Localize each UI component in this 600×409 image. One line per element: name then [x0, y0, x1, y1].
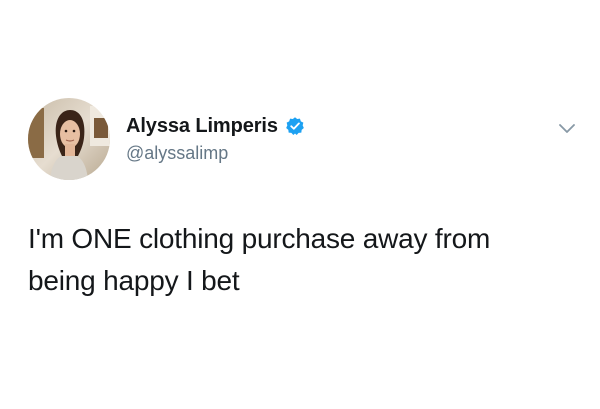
- tweet-text: I'm ONE clothing purchase away from bein…: [28, 223, 491, 296]
- author-handle[interactable]: @alyssalimp: [126, 143, 228, 164]
- avatar[interactable]: [28, 98, 110, 180]
- tweet-card: Alyssa Limperis @alyssalimp I'm ONE clot…: [0, 0, 600, 409]
- chevron-down-icon[interactable]: [556, 117, 578, 139]
- verified-badge-icon: [285, 116, 305, 136]
- display-name[interactable]: Alyssa Limperis: [126, 115, 278, 138]
- avatar-photo: [28, 98, 110, 180]
- author-name-row: Alyssa Limperis: [126, 113, 305, 139]
